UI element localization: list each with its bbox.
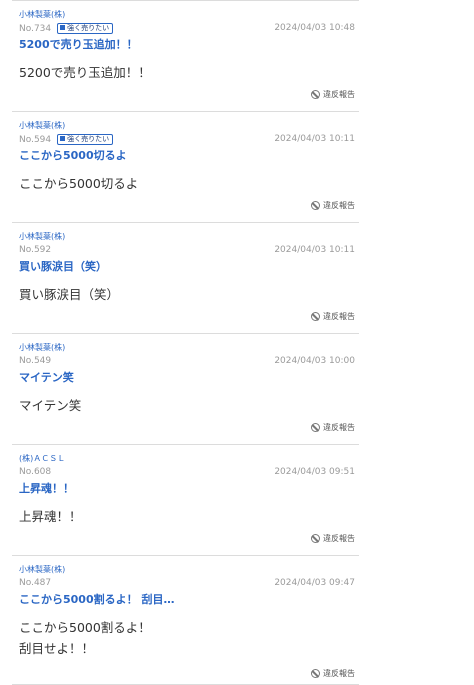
post-number: No.592 — [19, 245, 52, 255]
post-number: No.594 — [19, 135, 52, 145]
post-number: No.734 — [19, 24, 52, 34]
post-body: マイテン笑 — [19, 398, 82, 413]
post-body: 上昇魂！！ — [19, 509, 82, 524]
post-number: No.549 — [19, 356, 52, 366]
post-title[interactable]: 5200で売り玉追加！！ — [19, 36, 138, 52]
post-number-row: No.549 — [19, 356, 51, 366]
report-label: 違反報告 — [323, 423, 355, 432]
post-title[interactable]: 買い豚涙目（笑） — [19, 258, 107, 274]
post-number-row: No.487 — [19, 578, 51, 588]
post-title[interactable]: 上昇魂！！ — [19, 480, 74, 496]
post-feed: 小林製薬(株) No.734 強く売りたい 2024/04/03 10:48 52… — [12, 0, 359, 685]
sentiment-badge-label: 強く売りたい — [67, 24, 110, 32]
sentiment-badge: 強く売りたい — [57, 134, 114, 145]
company-link[interactable]: 小林製薬(株) — [19, 231, 65, 242]
report-ban-icon — [311, 312, 320, 321]
post-title[interactable]: ここから5000切るよ — [19, 147, 127, 163]
report-label: 違反報告 — [323, 534, 355, 543]
report-label: 違反報告 — [323, 90, 355, 99]
badge-square-icon — [60, 136, 66, 141]
post-item: 小林製薬(株) No.592 2024/04/03 10:11 買い豚涙目（笑）… — [12, 223, 359, 334]
post-number-row: No.734 強く売りたい — [19, 23, 114, 34]
report-label: 違反報告 — [323, 201, 355, 210]
post-body: ここから5000切るよ — [19, 176, 139, 191]
post-date: 2024/04/03 10:00 — [274, 356, 355, 366]
post-date: 2024/04/03 10:11 — [274, 245, 355, 255]
post-number-row: No.594 強く売りたい — [19, 134, 114, 145]
post-body: 買い豚涙目（笑） — [19, 287, 120, 302]
report-ban-icon — [311, 201, 320, 210]
report-button[interactable]: 違反報告 — [311, 422, 355, 433]
report-button[interactable]: 違反報告 — [311, 533, 355, 544]
post-item: 小林製薬(株) No.487 2024/04/03 09:47 ここから5000… — [12, 556, 359, 685]
post-body: ここから5000割るよ！ 刮目せよ！！ — [19, 620, 151, 656]
post-number: No.487 — [19, 578, 52, 588]
post-item: (株)ＡＣＳＬ No.608 2024/04/03 09:51 上昇魂！！ 上昇… — [12, 445, 359, 556]
report-ban-icon — [311, 90, 320, 99]
post-item: 小林製薬(株) No.549 2024/04/03 10:00 マイテン笑 マイ… — [12, 334, 359, 445]
company-link[interactable]: 小林製薬(株) — [19, 120, 65, 131]
sentiment-badge: 強く売りたい — [57, 23, 114, 34]
post-number-row: No.608 — [19, 467, 51, 477]
post-date: 2024/04/03 10:48 — [274, 23, 355, 33]
post-number-row: No.592 — [19, 245, 51, 255]
report-ban-icon — [311, 423, 320, 432]
post-item: 小林製薬(株) No.594 強く売りたい 2024/04/03 10:11 ここ… — [12, 112, 359, 223]
post-date: 2024/04/03 09:47 — [274, 578, 355, 588]
company-link[interactable]: (株)ＡＣＳＬ — [19, 453, 65, 464]
report-label: 違反報告 — [323, 669, 355, 678]
report-button[interactable]: 違反報告 — [311, 200, 355, 211]
post-body: 5200で売り玉追加！！ — [19, 65, 151, 80]
post-date: 2024/04/03 09:51 — [274, 467, 355, 477]
report-ban-icon — [311, 669, 320, 678]
report-ban-icon — [311, 534, 320, 543]
sentiment-badge-label: 強く売りたい — [67, 135, 110, 143]
company-link[interactable]: 小林製薬(株) — [19, 9, 65, 20]
post-number: No.608 — [19, 467, 52, 477]
badge-square-icon — [60, 25, 66, 30]
report-button[interactable]: 違反報告 — [311, 668, 355, 679]
post-item: 小林製薬(株) No.734 強く売りたい 2024/04/03 10:48 52… — [12, 1, 359, 112]
report-label: 違反報告 — [323, 312, 355, 321]
company-link[interactable]: 小林製薬(株) — [19, 564, 65, 575]
report-button[interactable]: 違反報告 — [311, 89, 355, 100]
company-link[interactable]: 小林製薬(株) — [19, 342, 65, 353]
post-title[interactable]: マイテン笑 — [19, 369, 74, 385]
post-date: 2024/04/03 10:11 — [274, 134, 355, 144]
post-title[interactable]: ここから5000割るよ！ 刮目… — [19, 591, 174, 607]
report-button[interactable]: 違反報告 — [311, 311, 355, 322]
